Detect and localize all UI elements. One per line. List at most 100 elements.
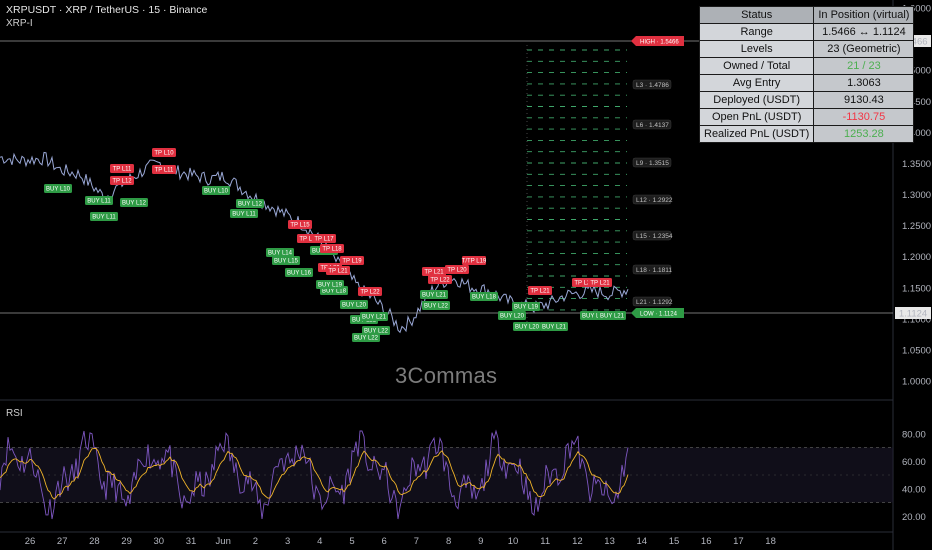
time-axis-label: 28 <box>89 536 100 547</box>
grid-level-label: L12 · 1.2922 <box>632 194 673 205</box>
tp-tag-text: TP L22 <box>430 278 450 284</box>
tp-tag[interactable]: TP L22 <box>428 275 452 284</box>
stats-row: Open PnL (USDT) -1130.75 <box>698 108 915 126</box>
range-high-label-text: HIGH · 1.5466 <box>640 40 679 46</box>
buy-tag-text: BUY L18 <box>472 295 497 301</box>
grid-level-label-text: L12 · 1.2922 <box>636 197 673 204</box>
tp-tag[interactable]: TP L21 <box>422 267 446 276</box>
buy-tag[interactable]: BUY L12 <box>120 198 148 207</box>
buy-tag-text: BUY L22 <box>354 336 379 342</box>
buy-tag[interactable]: BUY L15 <box>272 256 300 265</box>
status-header-label: Status <box>698 6 815 24</box>
buy-tag[interactable]: BUY L20 <box>340 300 368 309</box>
time-axis-label: 8 <box>446 536 451 547</box>
price-axis-tick: 1.0500 <box>902 345 931 356</box>
buy-tag-text: BUY L19 <box>514 305 539 311</box>
stats-row: Deployed (USDT) 9130.43 <box>698 91 915 109</box>
buy-tag[interactable]: BUY L16 <box>285 268 313 277</box>
time-axis-label: 14 <box>637 536 648 547</box>
stats-row-label: Deployed (USDT) <box>698 91 815 109</box>
time-axis-label: 11 <box>540 536 550 547</box>
buy-tag[interactable]: BUY L22 <box>422 301 450 310</box>
tp-tag[interactable]: TP L20 <box>445 265 469 274</box>
buy-tag[interactable]: BUY L21 <box>598 311 626 320</box>
stats-row-label: Open PnL (USDT) <box>698 108 815 126</box>
grid-level-label-text: L15 · 1.2354 <box>636 233 673 240</box>
indicator-label[interactable]: XRP-I <box>6 18 33 29</box>
buy-tag[interactable]: BUY L11 <box>90 212 118 221</box>
buy-tag[interactable]: BUY L21 <box>360 312 388 321</box>
price-axis-low-tag-text: 1.1124 <box>899 309 927 320</box>
tp-tag-text: TP L10 <box>154 151 174 157</box>
buy-tag[interactable]: BUY L19 <box>512 302 540 311</box>
buy-tag-text: BUY L12 <box>122 201 147 207</box>
tp-tag[interactable]: TP L21 <box>326 266 350 275</box>
price-axis-tick: 1.1500 <box>902 283 931 294</box>
buy-tag[interactable]: BUY L10 <box>44 184 72 193</box>
grid-level-label-text: L21 · 1.1292 <box>636 299 673 306</box>
buy-tag[interactable]: BUY L19 <box>316 280 344 289</box>
grid-level-label-text: L6 · 1.4137 <box>636 122 669 129</box>
stats-row: Owned / Total 21 / 23 <box>698 57 915 75</box>
time-axis-label: 13 <box>604 536 615 547</box>
stats-row: Levels 23 (Geometric) <box>698 40 915 58</box>
tp-tag-text: TP L20 <box>447 268 467 274</box>
buy-tag-text: BUY L11 <box>232 212 256 218</box>
stats-row: Range 1.5466 ↔ 1.1124 <box>698 23 915 41</box>
buy-tag[interactable]: BUY L18 <box>470 292 498 301</box>
tp-tag[interactable]: TP L17 <box>312 234 336 243</box>
grid-level-label: L18 · 1.1811 <box>632 264 672 275</box>
buy-tag-text: BUY L14 <box>268 251 293 257</box>
price-axis-tick: 1.2000 <box>902 252 931 263</box>
buy-tag-text: BUY L11 <box>87 199 111 205</box>
status-row: Status In Position (virtual) <box>698 6 915 24</box>
trading-chart-window: L3 · 1.4786 L6 · 1.4137 L9 · 1.3515 L12 · 1… <box>0 0 932 550</box>
tp-tag[interactable]: TP L19 <box>340 256 364 265</box>
tp-tag[interactable]: TP L10 <box>152 148 176 157</box>
tp-tag[interactable]: TP L22 <box>358 287 382 296</box>
stats-row: Avg Entry 1.3063 <box>698 74 915 92</box>
stats-row-value: 21 / 23 <box>813 57 915 75</box>
time-axis-label: 4 <box>317 536 322 547</box>
tp-tag[interactable]: TP L18 <box>320 244 344 253</box>
rsi-axis-tick: 20.00 <box>902 512 926 523</box>
tp-tag-text: TP L15 <box>290 223 310 229</box>
tp-tag[interactable]: T/TP L19 <box>462 256 487 265</box>
tp-tag-text: T/TP L19 <box>462 259 487 265</box>
buy-tag-text: BUY L21 <box>362 315 387 321</box>
buy-tag[interactable]: BUY L21 <box>420 290 448 299</box>
buy-tag[interactable]: BUY L20 <box>498 311 526 320</box>
rsi-pane-label[interactable]: RSI <box>6 408 23 419</box>
time-axis-label: 12 <box>572 536 583 547</box>
price-axis-tick: 1.0000 <box>902 377 931 388</box>
stats-row-label: Range <box>698 23 815 41</box>
tp-tag[interactable]: TP L11 <box>152 165 176 174</box>
tp-tag-text: TP L18 <box>322 247 342 253</box>
buy-tag[interactable]: BUY L11 <box>85 196 113 205</box>
buy-tag[interactable]: BUY L21 <box>540 322 568 331</box>
rsi-axis-tick: 60.00 <box>902 457 926 468</box>
buy-tag-text: BUY L19 <box>318 283 343 289</box>
buy-tag[interactable]: BUY L10 <box>202 186 230 195</box>
chart-title[interactable]: XRPUSDT · XRP / TetherUS · 15 · Binance <box>6 4 207 16</box>
price-axis-tick: 1.3000 <box>902 190 931 201</box>
tp-tag[interactable]: TP L21 <box>588 278 612 287</box>
time-axis-label: 10 <box>508 536 519 547</box>
tp-tag[interactable]: TP L12 <box>110 176 134 185</box>
buy-tag-text: BUY L20 <box>515 325 540 331</box>
tp-tag[interactable]: TP L15 <box>288 220 312 229</box>
price-axis-tick: 1.2500 <box>902 221 931 232</box>
time-axis-label: 31 <box>186 536 197 547</box>
tp-tag[interactable]: TP L21 <box>528 286 552 295</box>
buy-tag[interactable]: BUY L12 <box>236 199 264 208</box>
buy-tag[interactable]: BUY L11 <box>230 209 258 218</box>
grid-level-label-text: L9 · 1.3515 <box>636 160 669 167</box>
stats-row-value: 9130.43 <box>813 91 915 109</box>
buy-tag[interactable]: BUY L20 <box>513 322 541 331</box>
time-axis-label: 29 <box>121 536 132 547</box>
tp-tag[interactable]: TP L11 <box>110 164 134 173</box>
time-axis-label: 30 <box>154 536 165 547</box>
buy-tag[interactable]: BUY L22 <box>352 333 380 342</box>
stats-row-label: Realized PnL (USDT) <box>698 125 815 143</box>
buy-tag[interactable]: BUY L14 <box>266 248 294 257</box>
